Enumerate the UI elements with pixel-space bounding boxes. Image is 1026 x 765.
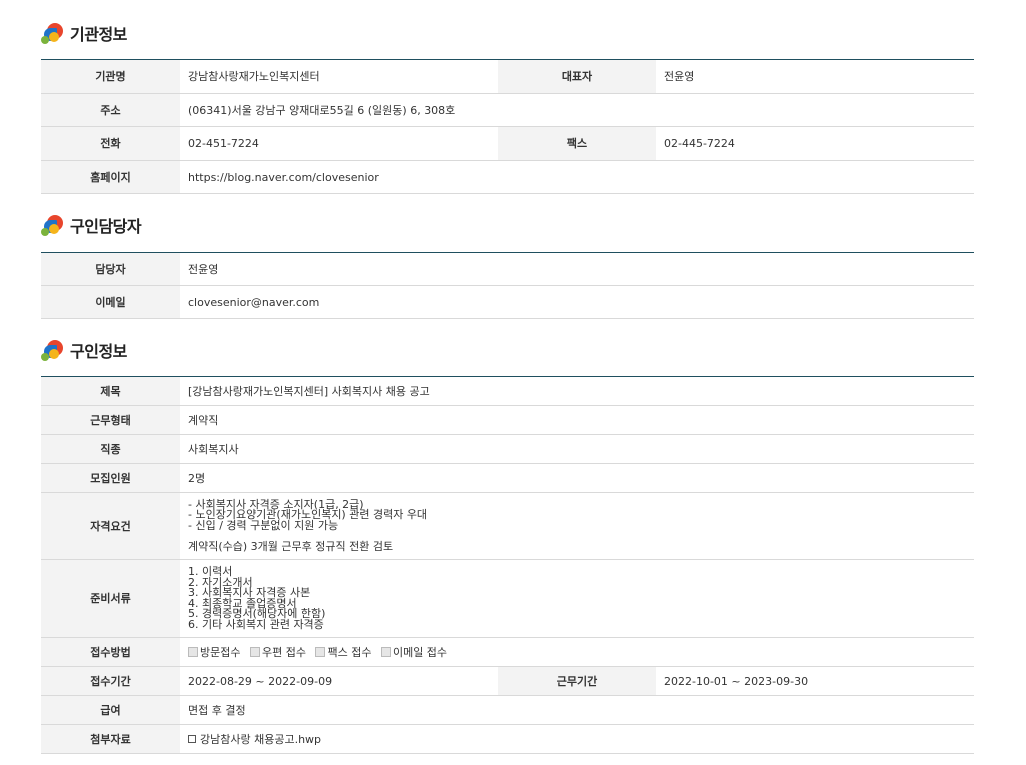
table-row: 담당자 전윤영 xyxy=(41,252,974,286)
value-attachment: 강남참사랑 채용공고.hwp xyxy=(180,724,974,754)
table-row: 모집인원 2명 xyxy=(41,463,974,493)
value-email: clovesenior@naver.com xyxy=(180,285,974,319)
method-label: 이메일 접수 xyxy=(392,645,448,659)
attachment-link[interactable]: 강남참사랑 채용공고.hwp xyxy=(188,733,321,746)
value-documents: 1. 이력서 2. 자기소개서 3. 사회복지사 자격증 사본 4. 최종학교 … xyxy=(180,559,974,638)
value-salary: 면접 후 결정 xyxy=(180,695,974,725)
table-row: 접수기간 2022-08-29 ~ 2022-09-09 근무기간 2022-1… xyxy=(41,666,974,696)
label-occupation: 직종 xyxy=(41,434,180,464)
label-attachment: 첨부자료 xyxy=(41,724,180,754)
table-row: 제목 [강남참사랑재가노인복지센터] 사회복지사 채용 공고 xyxy=(41,376,974,406)
method-label: 우편 접수 xyxy=(261,645,306,659)
method-label: 팩스 접수 xyxy=(327,645,372,659)
section-title-org: 기관정보 xyxy=(41,21,127,45)
qual-line: - 신입 / 경력 구분없이 지원 가능 xyxy=(188,518,339,532)
label-homepage: 홈페이지 xyxy=(41,160,180,194)
section-title-job: 구인정보 xyxy=(41,338,127,362)
section-title-contact: 구인담당자 xyxy=(41,213,142,237)
file-icon xyxy=(188,734,196,743)
label-count: 모집인원 xyxy=(41,463,180,493)
label-fax: 팩스 xyxy=(498,126,656,161)
checkbox-icon xyxy=(249,646,260,657)
label-phone: 전화 xyxy=(41,126,180,161)
value-work-period: 2022-10-01 ~ 2023-09-30 xyxy=(656,666,974,696)
label-person: 담당자 xyxy=(41,252,180,286)
checkbox-icon xyxy=(188,646,198,657)
label-rep: 대표자 xyxy=(498,59,656,94)
table-row: 이메일 clovesenior@naver.com xyxy=(41,285,974,319)
doc-line: 3. 사회복지사 자격증 사본 xyxy=(188,586,311,599)
label-address: 주소 xyxy=(41,93,180,127)
label-method: 접수방법 xyxy=(41,637,180,667)
value-phone: 02-451-7224 xyxy=(180,126,498,161)
value-occupation: 사회복지사 xyxy=(180,434,974,464)
job-info-table: 제목 [강남참사랑재가노인복지센터] 사회복지사 채용 공고 근무형태 계약직 … xyxy=(41,376,974,754)
value-period: 2022-08-29 ~ 2022-09-09 xyxy=(180,666,498,696)
label-work-period: 근무기간 xyxy=(498,666,656,696)
contact-table: 담당자 전윤영 이메일 clovesenior@naver.com xyxy=(41,252,974,319)
section-title-text: 구인담당자 xyxy=(70,217,142,236)
checkbox-icon xyxy=(380,646,391,657)
table-row: 접수방법 방문접수 우편 접수 팩스 접수 이메일 접수 xyxy=(41,637,974,667)
value-title: [강남참사랑재가노인복지센터] 사회복지사 채용 공고 xyxy=(180,376,974,406)
table-row: 자격요건 - 사회복지사 자격증 소지자(1급, 2급) - 노인장기요양기관(… xyxy=(41,492,974,560)
label-title: 제목 xyxy=(41,376,180,406)
logo-icon xyxy=(41,21,65,45)
value-address: (06341)서울 강남구 양재대로55길 6 (일원동) 6, 308호 xyxy=(180,93,974,127)
table-row: 직종 사회복지사 xyxy=(41,434,974,464)
logo-icon xyxy=(41,213,65,237)
org-info-table: 기관명 강남참사랑재가노인복지센터 대표자 전윤영 주소 (06341)서울 강… xyxy=(41,59,974,194)
value-fax: 02-445-7224 xyxy=(656,126,974,161)
value-type: 계약직 xyxy=(180,405,974,435)
section-title-text: 구인정보 xyxy=(70,342,127,361)
doc-line: 1. 이력서 xyxy=(188,565,233,578)
table-row: 홈페이지 https://blog.naver.com/clovesenior xyxy=(41,160,974,194)
value-org-name: 강남참사랑재가노인복지센터 xyxy=(180,59,498,94)
value-homepage[interactable]: https://blog.naver.com/clovesenior xyxy=(180,160,974,194)
table-row: 첨부자료 강남참사랑 채용공고.hwp xyxy=(41,724,974,754)
value-count: 2명 xyxy=(180,463,974,493)
table-row: 전화 02-451-7224 팩스 02-445-7224 xyxy=(41,126,974,161)
qual-line: 계약직(수습) 3개월 근무후 정규직 전환 검토 xyxy=(188,539,394,553)
value-person: 전윤영 xyxy=(180,252,974,286)
method-email: 이메일 접수 xyxy=(380,645,448,659)
table-row: 주소 (06341)서울 강남구 양재대로55길 6 (일원동) 6, 308호 xyxy=(41,93,974,127)
label-email: 이메일 xyxy=(41,285,180,319)
value-methods: 방문접수 우편 접수 팩스 접수 이메일 접수 xyxy=(180,637,974,667)
label-qualification: 자격요건 xyxy=(41,492,180,560)
table-row: 기관명 강남참사랑재가노인복지센터 대표자 전윤영 xyxy=(41,59,974,94)
attachment-filename: 강남참사랑 채용공고.hwp xyxy=(200,732,322,746)
label-documents: 준비서류 xyxy=(41,559,180,638)
table-row: 준비서류 1. 이력서 2. 자기소개서 3. 사회복지사 자격증 사본 4. … xyxy=(41,559,974,638)
method-mail: 우편 접수 xyxy=(249,645,306,659)
doc-line: 6. 기타 사회복지 관련 자격증 xyxy=(188,617,324,631)
logo-icon xyxy=(41,338,65,362)
method-label: 방문접수 xyxy=(200,645,241,659)
checkbox-icon xyxy=(315,646,326,657)
method-visit: 방문접수 xyxy=(188,646,240,659)
table-row: 급여 면접 후 결정 xyxy=(41,695,974,725)
label-salary: 급여 xyxy=(41,695,180,725)
label-type: 근무형태 xyxy=(41,405,180,435)
value-qualification: - 사회복지사 자격증 소지자(1급, 2급) - 노인장기요양기관(재가노인복… xyxy=(180,492,974,560)
section-title-text: 기관정보 xyxy=(70,25,127,44)
value-rep: 전윤영 xyxy=(656,59,974,94)
label-period: 접수기간 xyxy=(41,666,180,696)
method-fax: 팩스 접수 xyxy=(315,646,371,659)
label-org-name: 기관명 xyxy=(41,59,180,94)
table-row: 근무형태 계약직 xyxy=(41,405,974,435)
